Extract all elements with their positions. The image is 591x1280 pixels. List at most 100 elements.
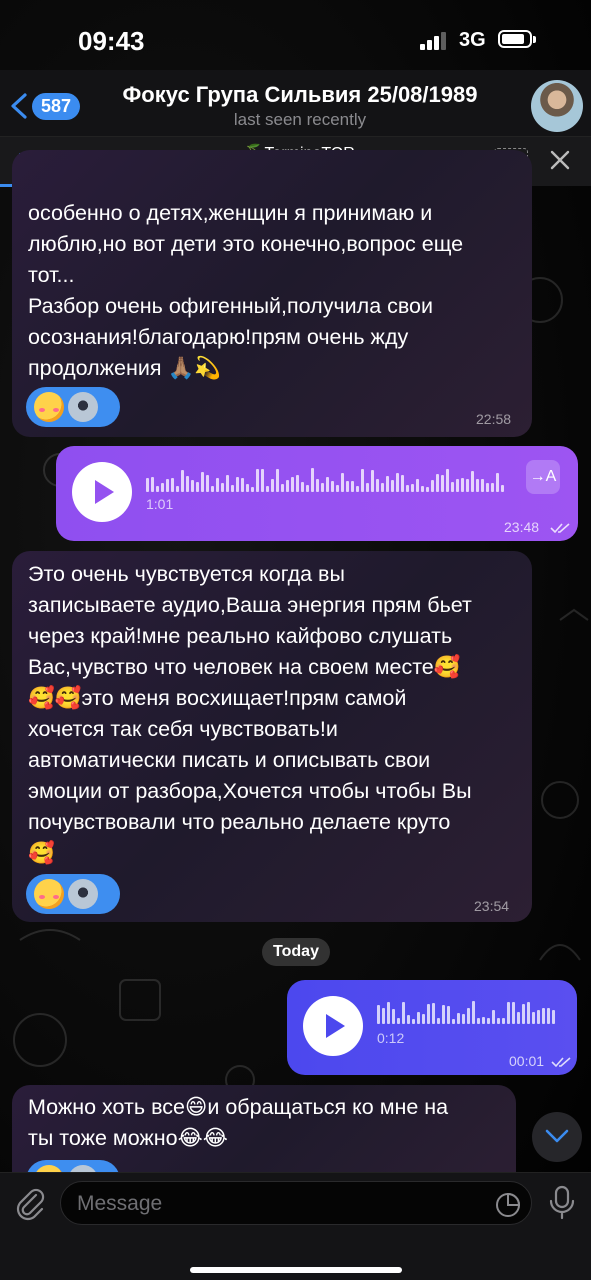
waveform-bar [286,480,289,492]
waveform-bar [496,473,499,492]
sticker-icon[interactable] [495,1192,521,1218]
message-text: Можно хоть все😄и обращаться ко мне на ты… [28,1095,449,1150]
waveform-bar [336,485,339,492]
waveform-bar [422,1014,425,1024]
waveform-bar [427,1004,430,1024]
voice-play-button[interactable] [72,462,132,522]
status-bar: 09:43 3G [0,0,591,78]
waveform-bar [542,1008,545,1024]
waveform-bar [412,1019,415,1024]
message-time: 23:48 [504,519,540,535]
waveform-bar [477,1018,480,1024]
voice-waveform [146,468,504,492]
waveform-bar [452,1019,455,1024]
waveform-bar [472,1001,475,1024]
message-text: особенно о детях,женщин я принимаю и люб… [28,201,464,380]
play-icon [326,1014,345,1038]
voice-play-button[interactable] [303,996,363,1056]
waveform-bar [457,1013,460,1024]
waveform-bar [537,1010,540,1024]
waveform-bar [387,1002,390,1024]
waveform-bar [206,475,209,492]
waveform-bar [246,484,249,492]
smiling-hearts-emoji-icon [34,879,64,909]
waveform-bar [346,481,349,492]
waveform-bar [507,1002,510,1024]
message-time: 22:58 [476,411,512,427]
waveform-bar [552,1010,555,1024]
voice-waveform [377,1000,555,1024]
reactor-avatar [68,392,98,422]
waveform-bar [236,477,239,492]
waveform-bar [306,485,309,492]
date-separator: Today [262,938,330,966]
waveform-bar [522,1004,525,1024]
chat-title[interactable]: Фокус Група Сильвия 25/08/1989 [100,82,500,108]
waveform-bar [251,487,254,492]
waveform-bar [411,484,414,492]
close-icon[interactable] [549,149,571,171]
message-input[interactable]: Message [60,1181,532,1225]
waveform-bar [377,1005,380,1024]
waveform-bar [527,1002,530,1024]
waveform-bar [467,1008,470,1024]
waveform-bar [386,476,389,492]
back-button[interactable]: 587 [10,90,90,122]
status-time: 09:43 [78,26,145,56]
waveform-bar [341,473,344,492]
waveform-bar [166,479,169,492]
microphone-icon[interactable] [548,1185,576,1221]
waveform-bar [311,468,314,492]
waveform-bar [402,1002,405,1024]
waveform-bar [437,1018,440,1024]
waveform-bar [392,1009,395,1024]
waveform-bar [397,1018,400,1024]
waveform-bar [181,470,184,492]
waveform-bar [471,471,474,492]
chat-header: 587 Фокус Група Сильвия 25/08/1989 last … [0,70,591,136]
signal-icon [420,32,450,50]
waveform-bar [226,475,229,492]
waveform-bar [356,486,359,492]
waveform-bar [487,1018,490,1024]
outgoing-voice-message[interactable]: 1:01 →A 23:48 [56,446,578,541]
message-text: Это очень чувствуется когда вы записывае… [28,562,472,865]
scroll-to-bottom-button[interactable] [532,1112,582,1162]
waveform-bar [261,469,264,492]
waveform-bar [186,476,189,492]
message-reactions[interactable] [26,387,120,427]
waveform-bar [416,479,419,492]
message-time: 00:01 [509,1053,545,1069]
waveform-bar [436,474,439,492]
waveform-bar [532,1012,535,1024]
waveform-bar [432,1003,435,1024]
chevron-down-icon [545,1129,569,1143]
waveform-bar [451,482,454,492]
waveform-bar [256,469,259,492]
waveform-bar [442,1005,445,1024]
message-reactions[interactable] [26,874,120,914]
waveform-bar [462,1014,465,1024]
voice-duration: 1:01 [146,496,174,512]
waveform-bar [371,470,374,492]
waveform-bar [446,469,449,492]
avatar[interactable] [531,80,583,132]
waveform-bar [417,1012,420,1024]
message-time: 23:54 [474,898,510,914]
waveform-bar [492,1010,495,1024]
last-seen-status: last seen recently [233,110,367,129]
incoming-message[interactable]: особенно о детях,женщин я принимаю и люб… [12,150,532,437]
paperclip-icon[interactable] [14,1185,46,1221]
waveform-bar [161,483,164,492]
waveform-bar [361,469,364,492]
waveform-bar [171,478,174,492]
waveform-bar [461,478,464,492]
waveform-bar [476,479,479,492]
outgoing-voice-message[interactable]: 0:12 00:01 [287,980,577,1075]
transcribe-button[interactable]: →A [526,460,560,494]
incoming-message[interactable]: Это очень чувствуется когда вы записывае… [12,551,532,922]
waveform-bar [391,480,394,492]
waveform-bar [366,483,369,492]
waveform-bar [547,1008,550,1024]
message-input-bar: Message [0,1172,591,1280]
